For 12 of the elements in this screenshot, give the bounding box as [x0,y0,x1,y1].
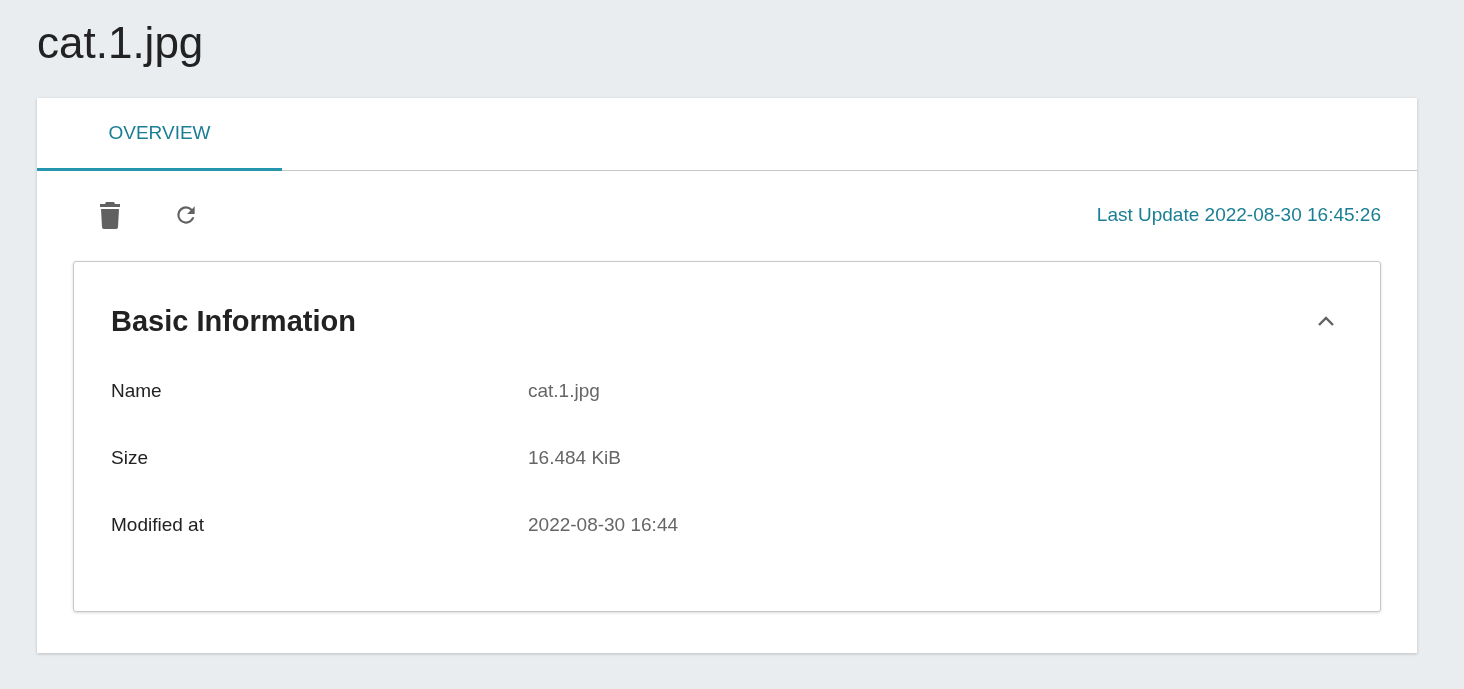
panel-title: Basic Information [111,304,356,338]
delete-icon[interactable] [99,201,121,229]
field-label: Size [111,447,149,469]
page-title: cat.1.jpg [37,17,205,69]
field-label: Name [111,380,163,402]
field-value: 2022-08-30 16:44 [528,514,678,536]
field-value: cat.1.jpg [528,380,600,402]
field-label: Modified at [111,514,205,536]
tab[interactable]: OVERVIEW [37,98,282,171]
field-value: 16.484 KiB [528,447,621,469]
last-update-text: Last Update 2022-08-30 16:45:26 [1096,204,1381,226]
collapse-icon[interactable] [1316,314,1336,328]
